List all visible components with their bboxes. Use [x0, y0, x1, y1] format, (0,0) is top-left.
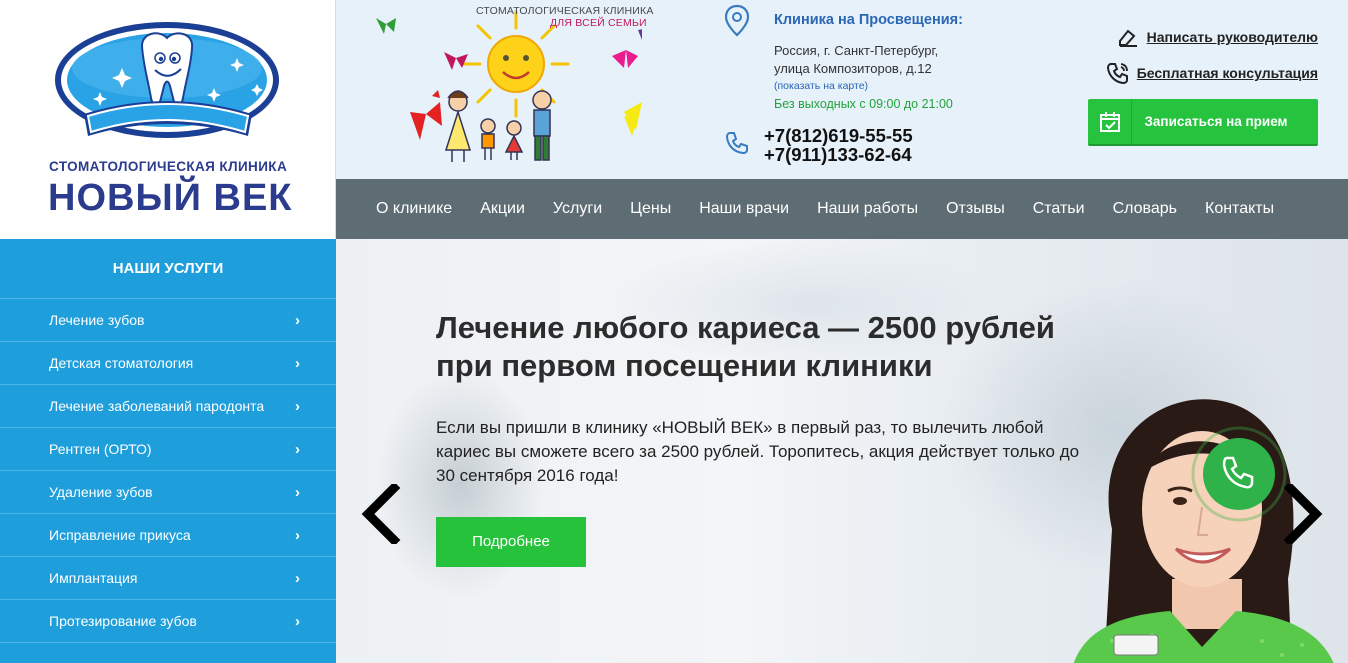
- phone-number-2[interactable]: +7(911)133-62-64: [764, 144, 912, 166]
- tooth-logo-emblem: [55, 22, 279, 138]
- map-pin-icon: [724, 4, 750, 37]
- contact-links: Написать руководителю Бесплатная консуль…: [1088, 0, 1328, 179]
- nav-articles[interactable]: Статьи: [1033, 200, 1085, 218]
- more-details-button[interactable]: Подробнее: [436, 517, 586, 567]
- nav-prices[interactable]: Цены: [630, 200, 671, 218]
- sidebar-item-implants[interactable]: Имплантация ›: [0, 557, 336, 600]
- slide-title-line-2: при первом посещении клиники: [436, 348, 933, 383]
- appointment-button[interactable]: Записаться на прием: [1088, 99, 1318, 144]
- working-hours: Без выходных с 09:00 до 21:00: [774, 97, 953, 111]
- sidebar-item-periodontal[interactable]: Лечение заболеваний пародонта ›: [0, 385, 336, 428]
- nav-services[interactable]: Услуги: [553, 200, 602, 218]
- chevron-right-icon: ›: [295, 484, 300, 501]
- nav-about[interactable]: О клинике: [376, 200, 452, 218]
- chevron-right-icon: ›: [295, 570, 300, 587]
- site-logo[interactable]: СТОМАТОЛОГИЧЕСКАЯ КЛИНИКА НОВЫЙ ВЕК: [0, 0, 336, 239]
- write-manager-label: Написать руководителю: [1146, 29, 1318, 45]
- sidebar-item-extraction[interactable]: Удаление зубов ›: [0, 471, 336, 514]
- family-illustration: СТОМАТОЛОГИЧЕСКАЯ КЛИНИКА ДЛЯ ВСЕЙ СЕМЬИ: [372, 0, 653, 170]
- calendar-icon: [1088, 99, 1132, 144]
- callback-phone-icon[interactable]: [1189, 424, 1289, 524]
- slide-title: Лечение любого кариеса — 2500 рублей при…: [436, 309, 1116, 385]
- nav-doctors[interactable]: Наши врачи: [699, 200, 789, 218]
- services-sidebar: НАШИ УСЛУГИ Лечение зубов › Детская стома…: [0, 239, 336, 663]
- address-block: Клиника на Просвещения: Россия, г. Санкт…: [722, 0, 982, 179]
- art-caption-clinic: СТОМАТОЛОГИЧЕСКАЯ КЛИНИКА: [476, 5, 654, 17]
- phone-call-icon: [1106, 63, 1128, 84]
- sidebar-item-teeth-treatment[interactable]: Лечение зубов ›: [0, 299, 336, 342]
- slide-title-line-1: Лечение любого кариеса — 2500 рублей: [436, 310, 1055, 345]
- nav-glossary[interactable]: Словарь: [1113, 200, 1177, 218]
- chevron-right-icon: ›: [295, 613, 300, 630]
- pen-icon: [1118, 29, 1137, 47]
- nav-reviews[interactable]: Отзывы: [946, 200, 1005, 218]
- art-caption-family: ДЛЯ ВСЕЙ СЕМЬИ: [550, 17, 647, 29]
- sidebar-item-label: Удаление зубов: [49, 484, 153, 500]
- chevron-right-icon: ›: [295, 355, 300, 372]
- sidebar-item-label: Лечение заболеваний пародонта: [49, 398, 265, 414]
- sidebar-item-xray[interactable]: Рентген (ОРТО) ›: [0, 428, 336, 471]
- sidebar-item-label: Имплантация: [49, 570, 138, 586]
- free-consultation-link[interactable]: Бесплатная консультация: [1106, 62, 1318, 84]
- free-consultation-label: Бесплатная консультация: [1136, 65, 1318, 81]
- write-manager-link[interactable]: Написать руководителю: [1117, 26, 1318, 48]
- sidebar-item-label: Протезирование зубов: [49, 613, 197, 629]
- butterfly-icon: [376, 18, 396, 34]
- clinic-location-title: Клиника на Просвещения:: [774, 12, 963, 28]
- show-on-map-link[interactable]: (показать на карте): [774, 80, 868, 92]
- clinic-name-label: НОВЫЙ ВЕК: [48, 177, 293, 219]
- slide-text: Если вы пришли в клинику «НОВЫЙ ВЕК» в п…: [436, 418, 1080, 485]
- sidebar-item-label: Рентген (ОРТО): [49, 441, 152, 457]
- chevron-right-icon: ›: [295, 441, 300, 458]
- slider-prev-arrow-icon[interactable]: [358, 484, 404, 544]
- slider-next-arrow-icon[interactable]: [1280, 484, 1326, 544]
- sidebar-item-label: Детская стоматология: [49, 355, 194, 371]
- sidebar-item-prosthetics[interactable]: Протезирование зубов ›: [0, 600, 336, 643]
- address-line-1: Россия, г. Санкт-Петербург,: [774, 43, 939, 58]
- chevron-right-icon: ›: [295, 398, 300, 415]
- sidebar-item-label: Лечение зубов: [49, 312, 145, 328]
- sidebar-item-pediatric[interactable]: Детская стоматология ›: [0, 342, 336, 385]
- clinic-type-label: СТОМАТОЛОГИЧЕСКАЯ КЛИНИКА: [49, 159, 288, 174]
- chevron-right-icon: ›: [295, 312, 300, 329]
- chevron-right-icon: ›: [295, 527, 300, 544]
- appointment-button-label: Записаться на прием: [1144, 114, 1288, 129]
- promo-slider: Лечение любого кариеса — 2500 рублей при…: [336, 239, 1348, 663]
- header-bar: СТОМАТОЛОГИЧЕСКАЯ КЛИНИКА ДЛЯ ВСЕЙ СЕМЬИ…: [336, 0, 1348, 179]
- main-navigation: О клинике Акции Услуги Цены Наши врачи Н…: [336, 179, 1348, 239]
- sidebar-item-bite-correction[interactable]: Исправление прикуса ›: [0, 514, 336, 557]
- nav-works[interactable]: Наши работы: [817, 200, 918, 218]
- address-line-2: улица Композиторов, д.12: [774, 61, 932, 76]
- sidebar-title: НАШИ УСЛУГИ: [0, 239, 336, 299]
- nav-promotions[interactable]: Акции: [480, 200, 525, 218]
- sidebar-item-label: Исправление прикуса: [49, 527, 191, 543]
- nav-contacts[interactable]: Контакты: [1205, 200, 1274, 218]
- phone-icon: [725, 132, 748, 155]
